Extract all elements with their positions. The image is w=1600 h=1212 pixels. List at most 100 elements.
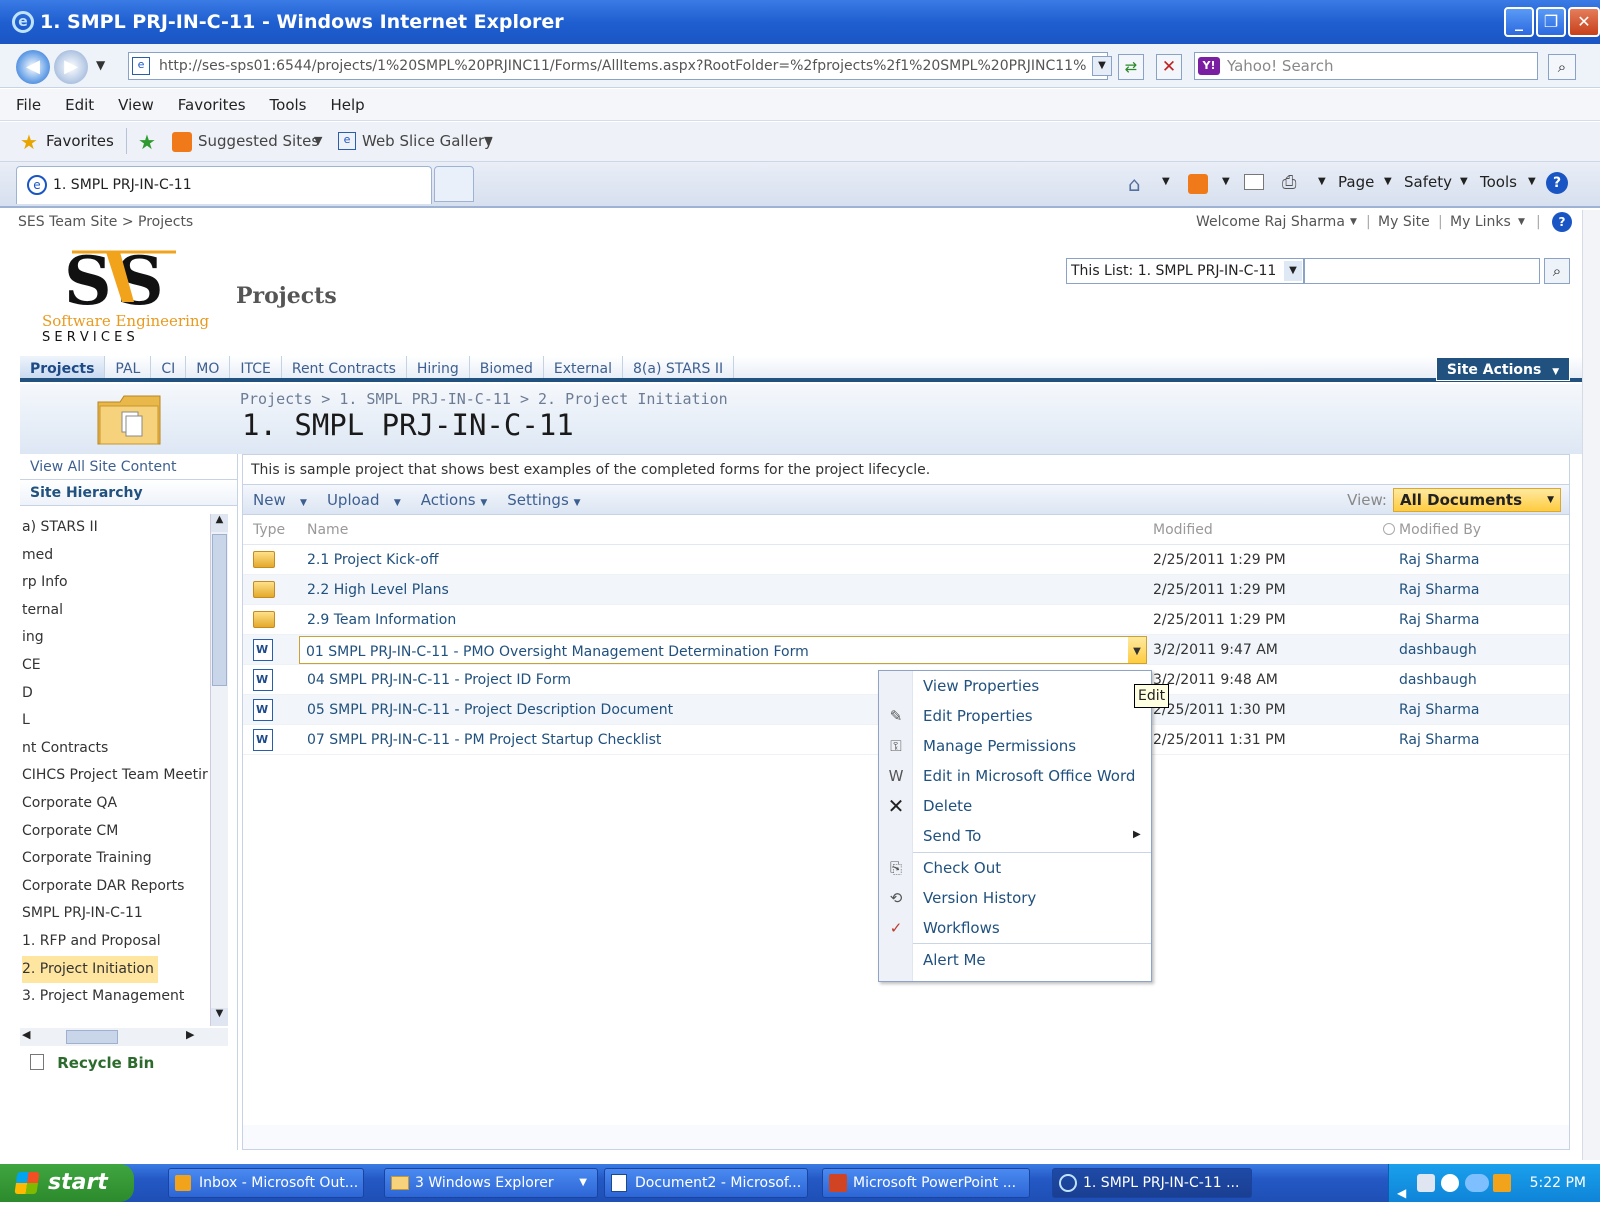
recycle-bin-link[interactable]: Recycle Bin — [30, 1054, 154, 1072]
home-icon[interactable]: ⌂ — [1128, 172, 1141, 196]
scope-dropdown-icon[interactable]: ▼ — [1284, 261, 1302, 281]
print-icon[interactable]: ⎙ — [1282, 172, 1296, 193]
global-breadcrumb[interactable]: SES Team Site > Projects — [18, 214, 193, 230]
history-dropdown-icon[interactable]: ▼ — [96, 58, 105, 72]
selected-item-name-box[interactable]: 01 SMPL PRJ-IN-C-11 - PMO Oversight Mana… — [299, 636, 1147, 664]
item-name-link[interactable]: 2.1 Project Kick-off — [307, 552, 438, 568]
task-ie-active[interactable]: 1. SMPL PRJ-IN-C-11 ... — [1052, 1168, 1252, 1198]
item-name-link[interactable]: 2.9 Team Information — [307, 612, 456, 628]
search-scope-select[interactable]: This List: 1. SMPL PRJ-IN-C-11 — [1066, 258, 1304, 284]
item-name-link[interactable]: 2.2 High Level Plans — [307, 582, 449, 598]
page-scrollbar[interactable] — [1582, 210, 1600, 1160]
modified-by-link[interactable]: Raj Sharma — [1383, 575, 1563, 604]
modified-by-link[interactable]: dashbaugh — [1383, 665, 1563, 694]
tree-item[interactable]: Corporate QA — [20, 790, 228, 818]
menu-help[interactable]: Help — [331, 96, 365, 114]
nav-tab-ci[interactable]: CI — [151, 356, 186, 378]
minimize-button[interactable]: _ — [1504, 7, 1534, 37]
table-row[interactable]: 2.9 Team Information2/25/2011 1:29 PMRaj… — [243, 605, 1569, 635]
tree-item[interactable]: Corporate Training — [20, 845, 228, 873]
name-cell[interactable]: 2.1 Project Kick-off — [299, 545, 1147, 574]
view-select[interactable]: All Documents ▼ — [1393, 488, 1561, 512]
menu-tools[interactable]: Tools — [270, 96, 307, 114]
col-type-header[interactable]: Type — [243, 515, 299, 544]
menu-item-alert-me[interactable]: Alert Me — [923, 945, 986, 975]
window-title-bar[interactable]: e 1. SMPL PRJ-IN-C-11 - Windows Internet… — [0, 0, 1600, 44]
back-button[interactable]: ◀ — [16, 50, 50, 84]
menu-item-check-out[interactable]: Check Out — [923, 853, 1001, 883]
tree-horizontal-scrollbar[interactable]: ◀ ▶ — [20, 1028, 228, 1046]
url-input[interactable]: http://ses-sps01:6544/projects/1%20SMPL%… — [128, 52, 1108, 80]
tree-item[interactable]: 3. Project Management — [20, 983, 228, 1011]
table-row[interactable]: 01 SMPL PRJ-IN-C-11 - PMO Oversight Mana… — [243, 635, 1569, 665]
forward-button[interactable]: ▶ — [54, 50, 88, 84]
nav-tab-projects[interactable]: Projects — [20, 356, 105, 378]
site-actions-menu[interactable]: Site Actions ▼ — [1436, 357, 1570, 381]
nav-tab-itce[interactable]: ITCE — [230, 356, 281, 378]
clock[interactable]: 5:22 PM — [1530, 1175, 1586, 1191]
new-menu[interactable]: New ▼ — [243, 491, 317, 509]
name-cell[interactable]: 01 SMPL PRJ-IN-C-11 - PMO Oversight Mana… — [299, 635, 1147, 664]
task-outlook[interactable]: Inbox - Microsoft Out... — [168, 1168, 364, 1198]
new-tab-button[interactable] — [434, 166, 474, 202]
close-button[interactable]: ✕ — [1568, 7, 1600, 37]
print-dropdown-icon[interactable]: ▼ — [1318, 176, 1326, 187]
read-mail-icon[interactable] — [1244, 174, 1264, 190]
col-modified-by-header[interactable]: Modified By — [1383, 515, 1563, 544]
tree-item[interactable]: Corporate DAR Reports — [20, 873, 228, 901]
menu-item-view-properties[interactable]: View Properties — [923, 671, 1039, 701]
tray-outlook-icon[interactable] — [1493, 1174, 1511, 1192]
my-links-menu[interactable]: My Links — [1450, 214, 1511, 230]
safety-menu[interactable]: Safety — [1404, 173, 1452, 191]
nav-tab-external[interactable]: External — [544, 356, 623, 378]
tree-item[interactable]: 4. Project Execution — [20, 1011, 228, 1016]
help-icon[interactable]: ? — [1546, 172, 1568, 194]
modified-by-link[interactable]: Raj Sharma — [1383, 605, 1563, 634]
ses-logo[interactable]: S S Software Engineering S E R V I C E S — [36, 246, 216, 346]
stop-icon[interactable]: ✕ — [1156, 54, 1182, 80]
menu-item-version-history[interactable]: Version History — [923, 883, 1036, 913]
menu-item-delete[interactable]: Delete — [923, 791, 972, 821]
nav-tab-8-a-stars-ii[interactable]: 8(a) STARS II — [623, 356, 734, 378]
tree-item[interactable]: ternal — [20, 597, 228, 625]
nav-tab-rent-contracts[interactable]: Rent Contracts — [282, 356, 407, 378]
restore-button[interactable]: ❐ — [1536, 7, 1566, 37]
nav-tab-mo[interactable]: MO — [186, 356, 230, 378]
search-button-icon[interactable]: ⌕ — [1548, 54, 1576, 80]
item-menu-dropdown-icon[interactable]: ▼ — [1128, 637, 1146, 663]
page-breadcrumb[interactable]: Projects > 1. SMPL PRJ-IN-C-11 > 2. Proj… — [240, 390, 728, 408]
scroll-right-icon[interactable]: ▶ — [186, 1028, 194, 1041]
feeds-dropdown-icon[interactable]: ▼ — [1222, 176, 1230, 187]
task-explorer[interactable]: 3 Windows Explorer▼ — [384, 1168, 598, 1198]
modified-by-link[interactable]: Raj Sharma — [1383, 545, 1563, 574]
list-search-button-icon[interactable]: ⌕ — [1544, 258, 1570, 284]
tree-item[interactable]: 1. RFP and Proposal — [20, 928, 228, 956]
suggested-dropdown-icon[interactable]: ▼ — [314, 134, 322, 147]
menu-item-send-to[interactable]: Send To — [923, 821, 981, 851]
start-button[interactable]: start — [0, 1164, 134, 1202]
item-name-link[interactable]: 07 SMPL PRJ-IN-C-11 - PM Project Startup… — [307, 732, 661, 748]
tray-expand-icon[interactable]: ◀ — [1397, 1174, 1406, 1212]
tree-item[interactable]: Corporate CM — [20, 818, 228, 846]
web-slice-gallery-link[interactable]: Web Slice Gallery — [362, 132, 493, 150]
search-input[interactable]: Yahoo! Search — [1194, 52, 1538, 80]
scroll-thumb[interactable] — [212, 534, 227, 686]
menu-edit[interactable]: Edit — [65, 96, 94, 114]
tree-item[interactable]: a) STARS II — [20, 514, 228, 542]
tree-item[interactable]: nt Contracts — [20, 735, 228, 763]
tree-item[interactable]: CIHCS Project Team Meetir — [20, 762, 228, 790]
my-links-dropdown-icon[interactable]: ▼ — [1518, 217, 1525, 227]
browser-tab-active[interactable]: e 1. SMPL PRJ-IN-C-11 — [16, 166, 432, 204]
tree-item[interactable]: SMPL PRJ-IN-C-11 — [20, 900, 228, 928]
name-cell[interactable]: 2.9 Team Information — [299, 605, 1147, 634]
menu-favorites[interactable]: Favorites — [178, 96, 246, 114]
tree-item[interactable]: 2. Project Initiation — [20, 956, 228, 984]
tree-item[interactable]: rp Info — [20, 569, 228, 597]
feeds-icon[interactable] — [1188, 174, 1208, 194]
sp-help-icon[interactable]: ? — [1552, 212, 1572, 232]
tray-volume-icon[interactable] — [1441, 1174, 1459, 1192]
scroll-left-icon[interactable]: ◀ — [22, 1028, 30, 1041]
tray-connection-icon[interactable] — [1465, 1174, 1489, 1192]
tree-item[interactable]: D — [20, 680, 228, 708]
table-row[interactable]: 2.1 Project Kick-off2/25/2011 1:29 PMRaj… — [243, 545, 1569, 575]
